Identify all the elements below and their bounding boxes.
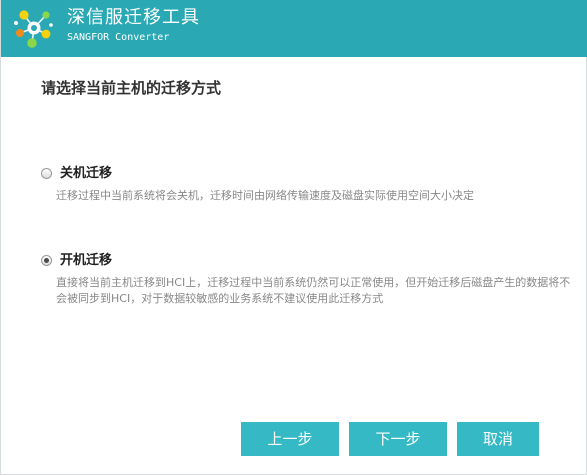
- shutdown-migration-description: 迁移过程中当前系统将会关机，迁移时间由网络传输速度及磁盘实际使用空间大小决定: [56, 189, 474, 202]
- molecule-logo-icon: [14, 10, 53, 48]
- cancel-button[interactable]: 取消: [457, 422, 539, 456]
- shutdown-migration-label[interactable]: 关机迁移: [60, 164, 112, 183]
- app-subtitle: SANGFOR Converter: [67, 32, 170, 43]
- live-migration-radio[interactable]: [41, 255, 52, 266]
- live-migration-description: 直接将当前主机迁移到HCI上，迁移过程中当前系统仍然可以正常使用，但开始迁移后磁…: [56, 276, 571, 305]
- live-migration-label[interactable]: 开机迁移: [60, 251, 112, 270]
- shutdown-migration-radio[interactable]: [41, 168, 52, 179]
- converter-window: 深信服迁移工具 SANGFOR Converter 请选择当前主机的迁移方式 关…: [0, 0, 587, 475]
- page-title: 请选择当前主机的迁移方式: [41, 79, 222, 97]
- next-step-button[interactable]: 下一步: [349, 422, 447, 456]
- previous-step-button[interactable]: 上一步: [241, 422, 339, 456]
- app-title: 深信服迁移工具: [67, 7, 200, 28]
- header-bar: 深信服迁移工具 SANGFOR Converter: [1, 0, 587, 57]
